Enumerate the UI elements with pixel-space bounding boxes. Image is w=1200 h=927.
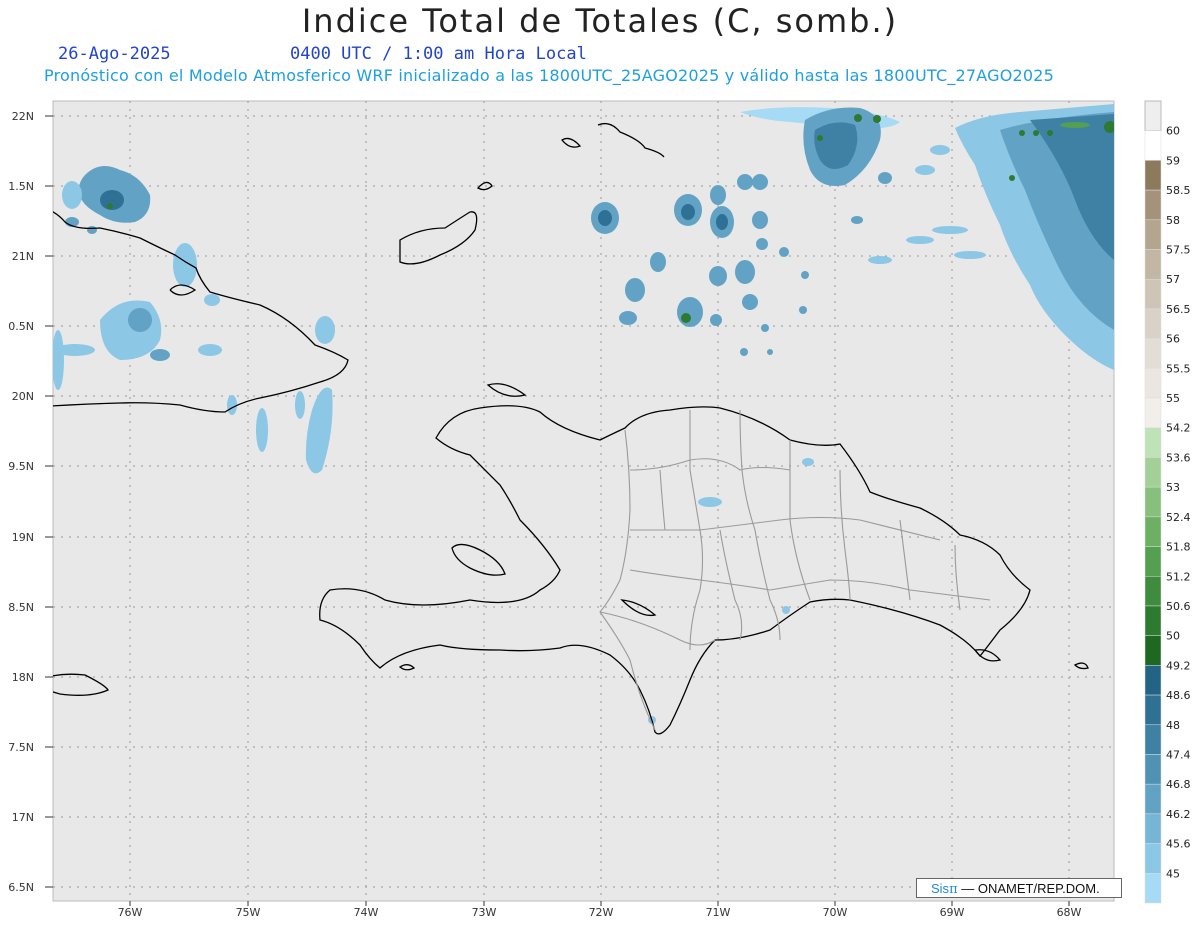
- credit-text: — ONAMET/REP.DOM.: [961, 881, 1100, 896]
- lon-label: 73W: [472, 906, 497, 919]
- legend-swatch: [1144, 130, 1162, 161]
- credit-brand-b: π: [949, 882, 958, 897]
- legend-label: 46.2: [1166, 808, 1191, 821]
- lat-label: 7.5N: [8, 741, 34, 754]
- legend-swatch: [1144, 546, 1162, 577]
- legend-swatch: [1144, 249, 1162, 280]
- latitude-labels: 22N 1.5N 21N 0.5N 20N 9.5N 19N 8.5N 18N …: [8, 110, 34, 894]
- lat-ticks: [45, 115, 53, 888]
- legend-label: 58: [1166, 214, 1180, 227]
- legend-label: 55: [1166, 392, 1180, 405]
- legend-swatch: [1144, 457, 1162, 488]
- legend-label: 49.2: [1166, 659, 1191, 672]
- legend-label: 48.6: [1166, 689, 1191, 702]
- legend-label: 50: [1166, 630, 1180, 643]
- lat-label: 21N: [12, 250, 34, 263]
- legend-label: 53: [1166, 481, 1180, 494]
- legend-swatch: [1144, 605, 1162, 636]
- legend-swatch: [1144, 576, 1162, 607]
- lon-label: 69W: [940, 906, 965, 919]
- legend-swatch: [1144, 783, 1162, 815]
- lat-label: 20N: [12, 390, 34, 403]
- legend-swatch: [1144, 754, 1162, 785]
- lat-label: 17N: [12, 811, 34, 824]
- forecast-map: 22N 1.5N 21N 0.5N 20N 9.5N 19N 8.5N 18N …: [8, 100, 1191, 919]
- legend-swatch: [1144, 189, 1162, 221]
- legend-label: 51.2: [1166, 570, 1191, 583]
- lat-label: 1.5N: [8, 180, 34, 193]
- legend-swatch: [1144, 278, 1162, 310]
- legend-label: 48: [1166, 719, 1180, 732]
- legend-swatch: [1144, 694, 1162, 726]
- lon-label: 76W: [118, 906, 143, 919]
- legend-swatch: [1144, 100, 1162, 132]
- credit-box: Sisπ — ONAMET/REP.DOM.: [916, 878, 1122, 898]
- legend-label: 45: [1166, 867, 1180, 880]
- legend-swatch: [1144, 873, 1162, 904]
- color-legend: 60 59 58.5 58 57.5 57 56.5 56 55.5 55 54.2 53.6 53 52…: [1144, 100, 1191, 904]
- legend-label: 56: [1166, 333, 1180, 346]
- lon-label: 71W: [706, 906, 731, 919]
- lat-label: 22N: [12, 110, 34, 123]
- legend-label: 45.6: [1166, 838, 1191, 851]
- credit-brand-a: Sis: [931, 881, 950, 896]
- lat-label: 8.5N: [8, 601, 34, 614]
- lon-label: 72W: [589, 906, 614, 919]
- legend-label: 52.4: [1166, 511, 1191, 524]
- lon-label: 70W: [823, 906, 848, 919]
- legend-label: 50.6: [1166, 600, 1191, 613]
- legend-label: 46.8: [1166, 778, 1191, 791]
- lat-label: 6.5N: [8, 881, 34, 894]
- legend-swatch: [1144, 516, 1162, 547]
- legend-label: 56.5: [1166, 303, 1191, 316]
- lon-label: 75W: [236, 906, 261, 919]
- legend-swatch: [1144, 724, 1162, 755]
- lon-label: 74W: [354, 906, 379, 919]
- legend-swatch: [1144, 635, 1162, 666]
- lat-label: 9.5N: [8, 460, 34, 473]
- legend-label: 51.8: [1166, 541, 1191, 554]
- legend-label: 57.5: [1166, 244, 1191, 257]
- legend-swatch: [1144, 427, 1162, 458]
- longitude-labels: 76W 75W 74W 73W 72W 71W 70W 69W 68W: [118, 906, 1082, 919]
- legend-label: 59: [1166, 154, 1180, 167]
- legend-swatch: [1144, 160, 1162, 191]
- legend-swatch: [1144, 368, 1162, 399]
- legend-label: 58.5: [1166, 184, 1191, 197]
- legend-label: 47.4: [1166, 748, 1191, 761]
- legend-label: 53.6: [1166, 451, 1191, 464]
- legend-label: 60: [1166, 125, 1180, 138]
- lat-label: 0.5N: [8, 320, 34, 333]
- legend-label: 57: [1166, 273, 1180, 286]
- legend-swatch: [1144, 813, 1162, 844]
- lat-label: 19N: [12, 531, 34, 544]
- legend-swatch: [1144, 665, 1162, 696]
- legend-swatch: [1144, 338, 1162, 369]
- legend-label: 54.2: [1166, 422, 1191, 435]
- legend-swatch: [1144, 219, 1162, 250]
- legend-swatch: [1144, 843, 1162, 874]
- legend-swatch: [1144, 397, 1162, 428]
- legend-swatch: [1144, 486, 1162, 518]
- lat-label: 18N: [12, 671, 34, 684]
- map-plot-area: [52, 100, 1115, 902]
- lon-label: 68W: [1057, 906, 1082, 919]
- legend-label: 55.5: [1166, 362, 1191, 375]
- legend-swatch: [1144, 308, 1162, 339]
